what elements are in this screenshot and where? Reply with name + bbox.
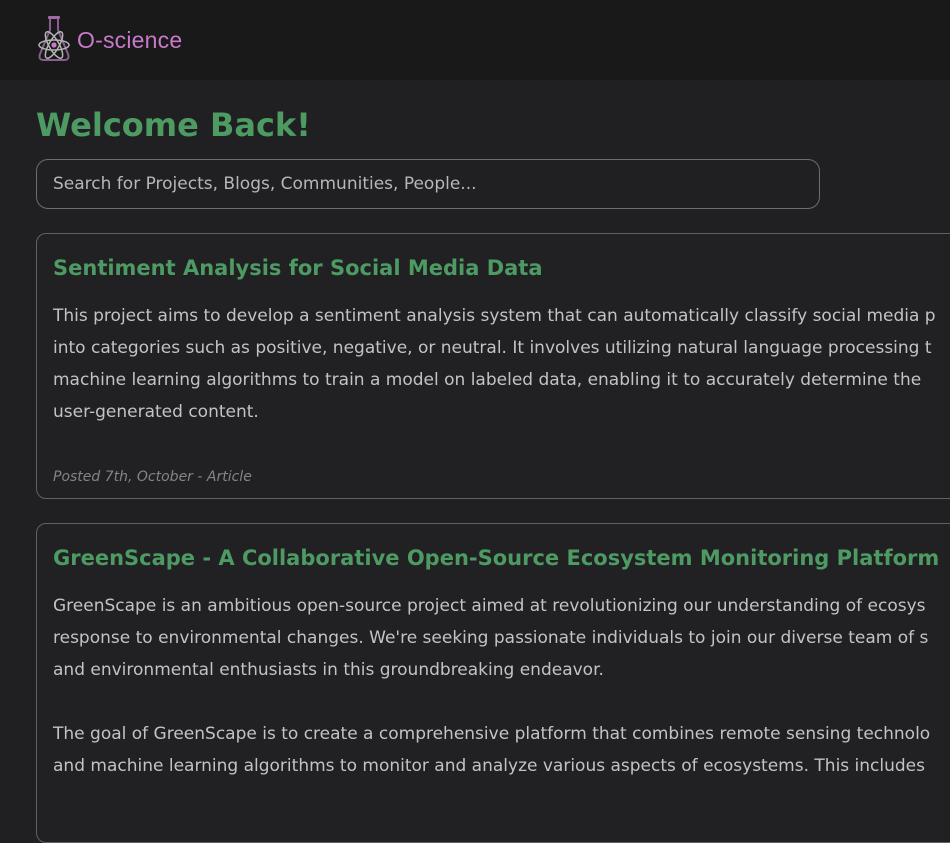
post-description: GreenScape is an ambitious open-source p… <box>53 590 950 782</box>
post-card[interactable]: Sentiment Analysis for Social Media Data… <box>36 233 950 499</box>
post-meta: Posted 7th, October - Article <box>53 469 252 485</box>
page-title: Welcome Back! <box>36 106 311 144</box>
post-title[interactable]: Sentiment Analysis for Social Media Data <box>53 252 950 284</box>
logo[interactable]: O-science <box>36 14 182 64</box>
search-bar <box>36 159 820 209</box>
logo-text: O-science <box>77 26 183 53</box>
post-text-line: and machine learning algorithms to monit… <box>53 756 925 776</box>
post-text-line: response to environmental changes. We're… <box>53 628 929 648</box>
post-text-line: The goal of GreenScape is to create a co… <box>53 724 931 744</box>
post-text-line: GreenScape is an ambitious open-source p… <box>53 596 926 616</box>
post-text-line: and environmental enthusiasts in this gr… <box>53 660 604 680</box>
post-text-line: user-generated content. <box>53 402 259 422</box>
post-card[interactable]: GreenScape - A Collaborative Open-Source… <box>36 523 950 843</box>
top-navbar: O-science <box>0 0 950 80</box>
post-text-line: machine learning algorithms to train a m… <box>53 370 922 390</box>
post-description: This project aims to develop a sentiment… <box>53 300 950 428</box>
post-title[interactable]: GreenScape - A Collaborative Open-Source… <box>53 542 950 574</box>
flask-atom-icon <box>38 16 70 61</box>
post-text-line: into categories such as positive, negati… <box>53 338 932 358</box>
post-text-line: This project aims to develop a sentiment… <box>53 306 936 326</box>
search-input[interactable] <box>37 160 819 208</box>
